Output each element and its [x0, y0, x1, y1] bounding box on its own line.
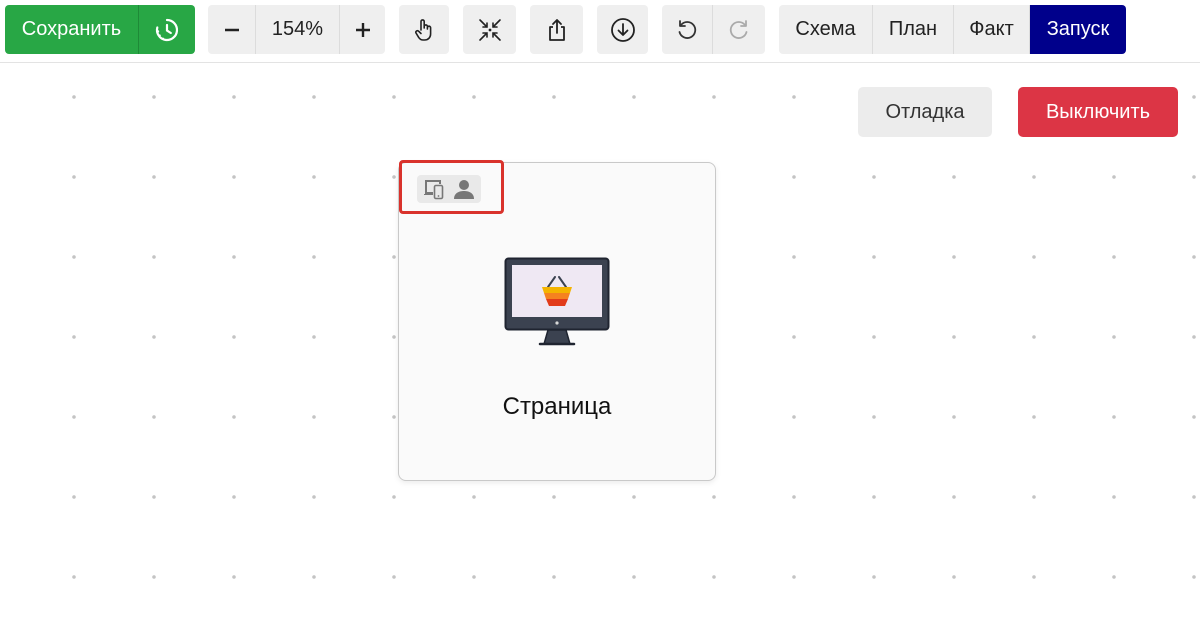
undo-icon: [678, 19, 697, 39]
page-node[interactable]: Страница: [398, 162, 716, 481]
tab-launch[interactable]: Запуск: [1030, 5, 1126, 54]
pan-button[interactable]: [399, 5, 449, 54]
share-upload-icon: [548, 18, 565, 41]
history-button[interactable]: [139, 5, 195, 54]
tab-plan[interactable]: План: [873, 5, 954, 54]
monitor-basket-icon: [504, 257, 610, 346]
save-button[interactable]: Сохранить: [5, 5, 139, 54]
zoom-group: 154%: [208, 5, 385, 54]
devices-icon: [424, 180, 444, 200]
node-badges: [417, 175, 481, 203]
history-icon: [155, 18, 179, 41]
download-group: [597, 5, 648, 54]
plus-icon: [355, 22, 370, 37]
mode-tabs: Схема План Факт Запуск: [779, 5, 1126, 54]
tab-fact[interactable]: Факт: [954, 5, 1030, 54]
export-group: [530, 5, 583, 54]
zoom-out-button[interactable]: [208, 5, 256, 54]
fit-button[interactable]: [463, 5, 516, 54]
pan-group: [399, 5, 449, 54]
user-icon: [454, 180, 474, 199]
download-button[interactable]: [597, 5, 648, 54]
tab-scheme[interactable]: Схема: [779, 5, 873, 54]
minus-icon: [224, 28, 239, 31]
zoom-level: 154%: [256, 5, 340, 54]
export-button[interactable]: [530, 5, 583, 54]
fit-group: [463, 5, 516, 54]
turn-off-button[interactable]: Выключить: [1018, 87, 1178, 137]
collapse-arrows-icon: [478, 18, 501, 41]
toolbar: Сохранить 154% Схема План Факт Запуск: [0, 0, 1200, 63]
redo-icon: [729, 19, 748, 39]
zoom-in-button[interactable]: [340, 5, 385, 54]
undo-button[interactable]: [662, 5, 713, 54]
hand-pointer-icon: [415, 18, 432, 41]
node-label: Страница: [502, 393, 612, 420]
redo-button[interactable]: [713, 5, 765, 54]
download-circle-icon: [610, 17, 635, 42]
save-group: Сохранить: [5, 5, 195, 54]
history-nav-group: [662, 5, 765, 54]
debug-button[interactable]: Отладка: [858, 87, 992, 137]
